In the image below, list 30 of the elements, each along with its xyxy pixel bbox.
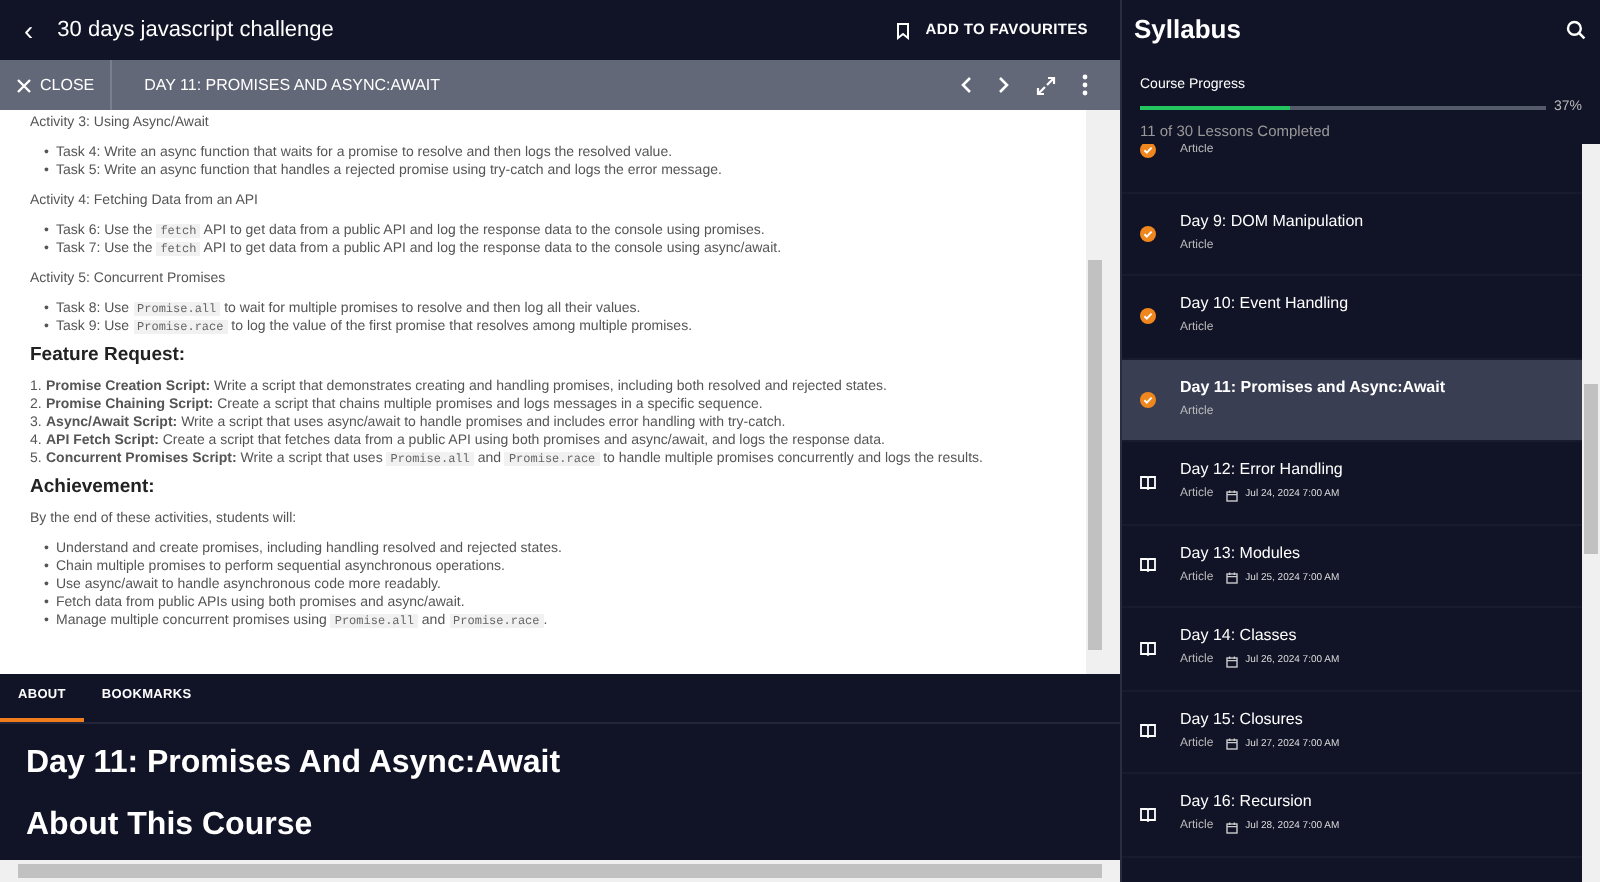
- lesson-title: Day 12: Error Handling: [1180, 460, 1343, 481]
- back-button[interactable]: ‹: [16, 9, 42, 51]
- lesson-title: Day 11: Promises and Async:Await: [1180, 377, 1445, 398]
- section-heading: Achievement:: [30, 476, 157, 500]
- close-icon: [16, 77, 32, 93]
- section-heading: Feature Request:: [30, 344, 188, 368]
- course-title: 30 days javascript challenge: [57, 15, 334, 46]
- lesson-heading: Day 11: Promises And Async:Await: [26, 744, 563, 784]
- sidebar-title: Syllabus: [1134, 12, 1241, 49]
- section-heading: About This Course: [26, 806, 315, 846]
- calendar-icon: [1225, 821, 1238, 834]
- calendar-icon: [1225, 738, 1238, 751]
- expand-icon[interactable]: [1036, 75, 1056, 95]
- search-icon[interactable]: [1566, 20, 1586, 40]
- lesson-title: Day 16: Recursion: [1180, 792, 1314, 813]
- calendar-icon: [1225, 655, 1238, 668]
- lesson-title: Day 15: Closures: [1180, 709, 1305, 730]
- sidebar-scrollbar[interactable]: [1582, 144, 1600, 882]
- horizontal-scrollbar[interactable]: [0, 860, 1120, 882]
- previous-icon[interactable]: [960, 76, 972, 94]
- lesson-title: Day 9: DOM Manipulation: [1180, 211, 1364, 232]
- lesson-title: Day 13: Modules: [1180, 543, 1303, 564]
- more-icon[interactable]: [1082, 74, 1088, 96]
- bookmark-icon: [895, 21, 910, 39]
- calendar-icon: [1225, 489, 1238, 502]
- lesson-title: DAY 11: PROMISES AND ASYNC:AWAIT: [142, 73, 441, 97]
- next-icon[interactable]: [998, 76, 1010, 94]
- lesson-title: Day 10: Event Handling: [1180, 294, 1349, 315]
- lesson-title: Day 14: Classes: [1180, 626, 1299, 647]
- calendar-icon: [1225, 572, 1238, 585]
